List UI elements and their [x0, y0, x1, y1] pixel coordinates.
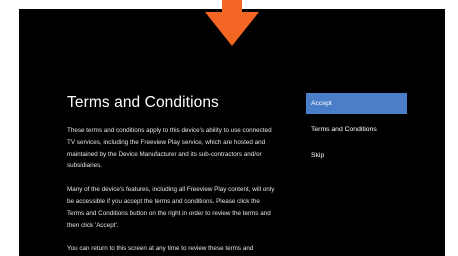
skip-button[interactable]: Skip [306, 145, 407, 166]
down-arrow-shape [205, 0, 259, 46]
page-title: Terms and Conditions [67, 94, 219, 111]
down-arrow-icon [205, 0, 259, 46]
terms-and-conditions-button[interactable]: Terms and Conditions [306, 119, 407, 140]
action-menu: Accept Terms and Conditions Skip [306, 93, 407, 171]
page: Terms and Conditions These terms and con… [0, 0, 458, 256]
accept-button[interactable]: Accept [306, 93, 407, 114]
terms-body: These terms and conditions apply to this… [67, 125, 277, 256]
terms-paragraph: You can return to this screen at any tim… [67, 245, 254, 253]
terms-paragraph: These terms and conditions apply to this… [67, 127, 272, 170]
terms-paragraph: Many of the device's features, including… [67, 186, 275, 229]
tv-screen: Terms and Conditions These terms and con… [19, 9, 445, 256]
